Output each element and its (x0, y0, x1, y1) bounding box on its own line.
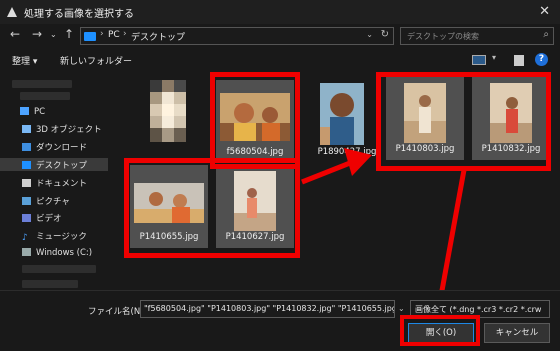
up-icon[interactable]: ↑ (64, 27, 74, 41)
breadcrumb-desktop[interactable]: デスクトップ (131, 30, 185, 43)
highlight-box (124, 158, 300, 258)
sidebar-item-documents[interactable]: ドキュメント (22, 177, 87, 189)
blurred-item (22, 265, 96, 273)
blurred-item (22, 280, 78, 288)
sidebar-item-music[interactable]: ♪ ミュージック (22, 230, 87, 243)
preview-pane-icon[interactable] (514, 55, 524, 66)
forward-icon[interactable]: → (32, 27, 42, 41)
filename-input[interactable]: "f5680504.jpg" "P1410803.jpg" "P1410832.… (140, 300, 395, 318)
sidebar-item-downloads[interactable]: ダウンロード (22, 141, 87, 153)
highlight-box (376, 72, 551, 171)
highlight-box (400, 315, 480, 346)
sidebar-item-3d-objects[interactable]: 3D オブジェクト (22, 123, 102, 135)
address-bar[interactable]: › PC › デスクトップ ⌄ ↻ (80, 27, 394, 45)
sidebar-item-desktop[interactable]: デスクトップ (22, 159, 87, 171)
breadcrumb-pc[interactable]: PC (108, 30, 120, 40)
pc-icon (20, 107, 29, 115)
filename-value: "f5680504.jpg" "P1410803.jpg" "P1410832.… (144, 304, 395, 313)
window-title: 処理する画像を選択する (24, 8, 134, 20)
view-icon[interactable] (472, 55, 486, 65)
blurred-item (20, 92, 70, 100)
organize-button[interactable]: 整理 ▾ (12, 54, 37, 67)
sidebar-item-videos[interactable]: ビデオ (22, 212, 62, 224)
filename-label: ファイル名(N): (88, 307, 147, 317)
navigation-pane: PC 3D オブジェクト ダウンロード デスクトップ ドキュメント ピクチャ ビ… (0, 72, 108, 290)
sidebar-item-windows-c[interactable]: Windows (C:) (22, 248, 92, 258)
search-input[interactable]: デスクトップの検索 (407, 31, 479, 42)
search-icon: ⌕ (543, 29, 549, 40)
app-icon (7, 7, 17, 17)
chevron-down-icon[interactable]: ▾ (492, 53, 496, 62)
command-toolbar: 整理 ▾ 新しいフォルダー ▾ ? (0, 50, 560, 72)
back-icon[interactable]: ← (10, 27, 20, 41)
pixelated-thumbnail[interactable] (150, 80, 186, 142)
navigation-bar: ← → ⌄ ↑ › PC › デスクトップ ⌄ ↻ デスクトップの検索 ⌕ (0, 24, 560, 48)
videos-icon (22, 214, 31, 222)
blurred-item (12, 80, 72, 88)
refresh-icon[interactable]: ↻ (381, 29, 389, 40)
chevron-right-icon: › (100, 29, 104, 39)
pc-icon (84, 32, 96, 41)
3d-objects-icon (22, 125, 31, 133)
search-box[interactable]: デスクトップの検索 ⌕ (400, 27, 554, 45)
desktop-icon (22, 161, 31, 169)
music-icon: ♪ (22, 233, 28, 243)
filetype-value: 画像全て (*.dng *.cr3 *.cr2 *.crw (415, 305, 542, 314)
title-bar: 処理する画像を選択する ✕ (0, 0, 560, 24)
close-icon[interactable]: ✕ (539, 4, 550, 19)
sidebar-item-pc[interactable]: PC (20, 107, 45, 117)
pictures-icon (22, 197, 31, 205)
download-icon (22, 143, 31, 151)
sidebar-item-pictures[interactable]: ピクチャ (22, 195, 70, 207)
chevron-right-icon: › (123, 29, 127, 39)
chevron-down-icon[interactable]: ⌄ (366, 30, 373, 39)
documents-icon (22, 179, 31, 187)
drive-icon (22, 248, 31, 256)
new-folder-button[interactable]: 新しいフォルダー (60, 54, 132, 67)
highlight-box (210, 72, 300, 169)
recent-dropdown-icon[interactable]: ⌄ (50, 30, 57, 39)
cancel-button[interactable]: キャンセル (484, 323, 550, 343)
photo-thumbnail (320, 83, 364, 145)
help-icon[interactable]: ? (535, 53, 548, 66)
chevron-down-icon[interactable]: ⌄ (398, 304, 405, 313)
